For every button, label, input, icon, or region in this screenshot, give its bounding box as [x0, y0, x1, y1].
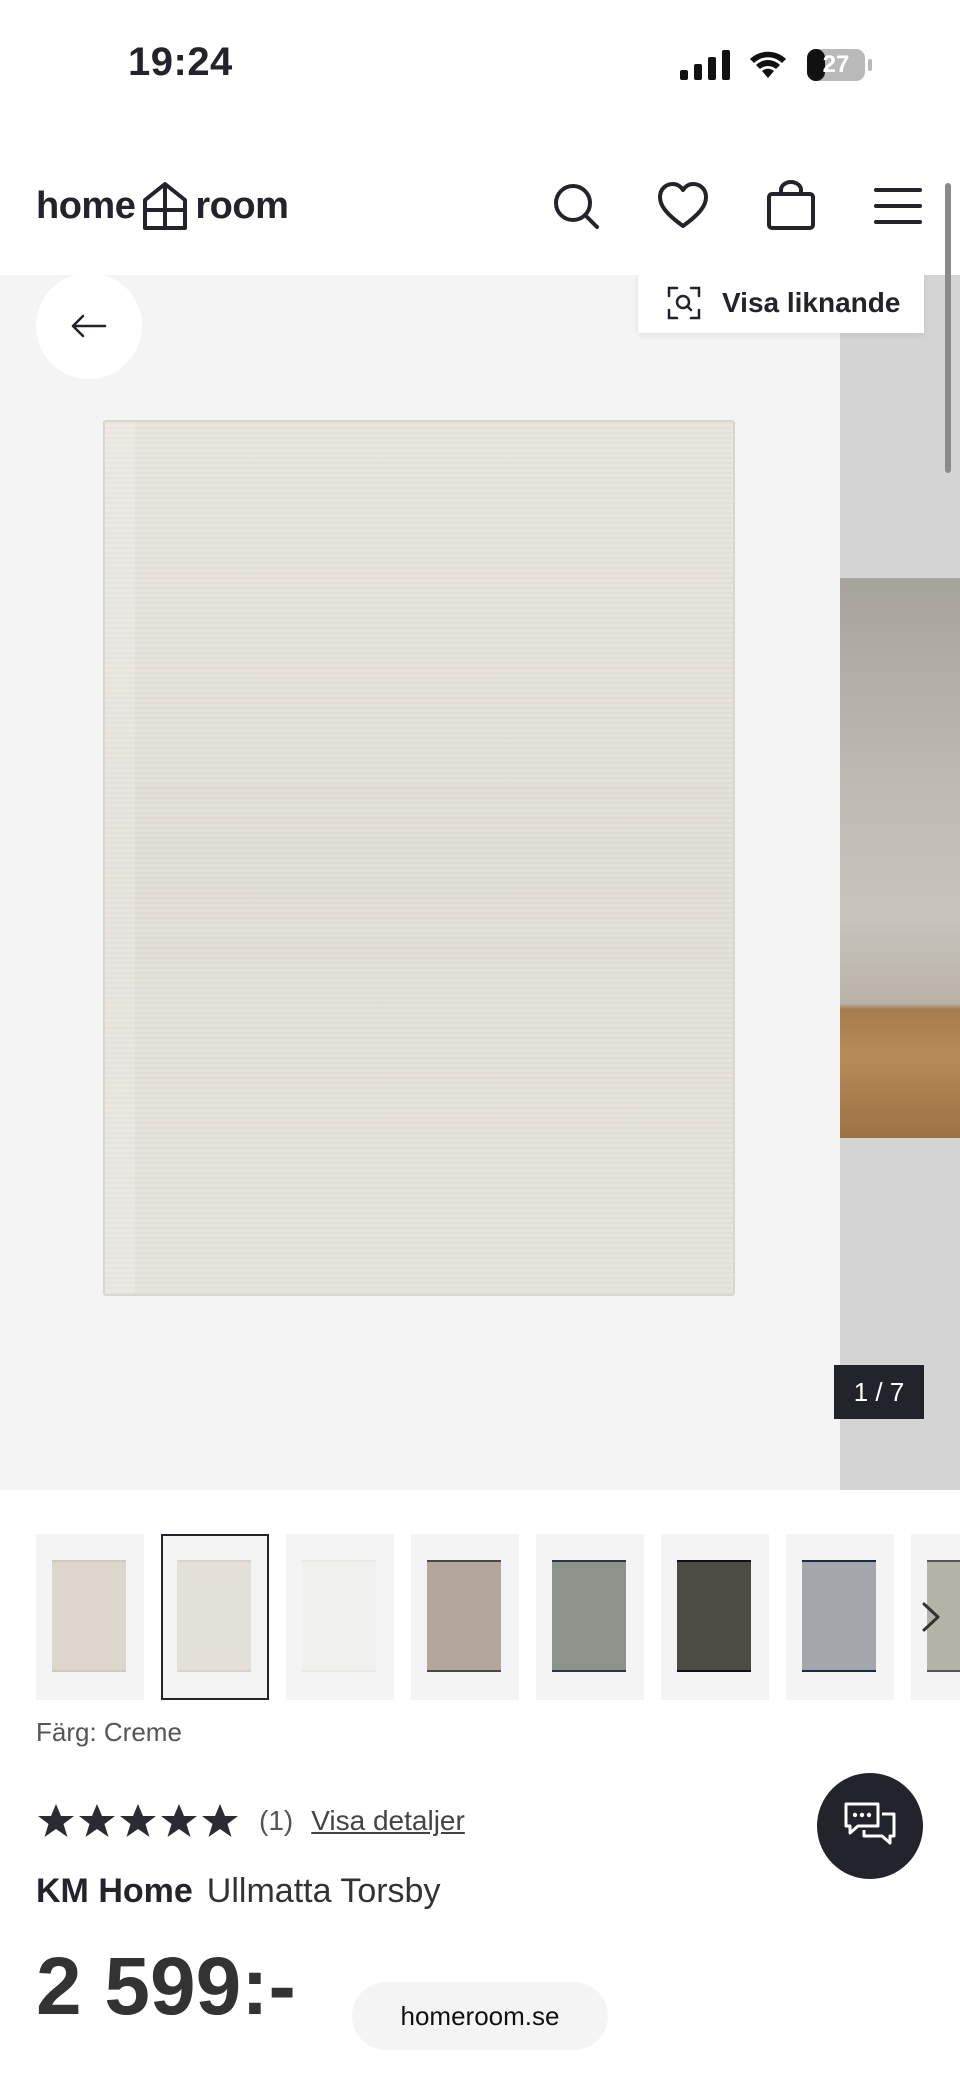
- search-icon[interactable]: [548, 178, 604, 234]
- product-brand[interactable]: KM Home: [36, 1872, 193, 1910]
- wifi-icon: [750, 51, 786, 78]
- shopping-bag-icon[interactable]: [763, 178, 819, 234]
- browser-url-bar[interactable]: homeroom.se: [352, 1982, 608, 2050]
- product-title: KM Home Ullmatta Torsby: [36, 1872, 440, 1911]
- arrow-left-icon: [71, 314, 107, 338]
- thumbnail-rug-image: [552, 1560, 626, 1672]
- thumbnail-3[interactable]: [286, 1534, 394, 1700]
- chat-bubbles-icon: [844, 1802, 896, 1845]
- logo-text-room: room: [195, 184, 289, 227]
- thumbnail-6[interactable]: [661, 1534, 769, 1700]
- product-image-rug: [103, 420, 735, 1296]
- visual-search-icon: [667, 286, 701, 320]
- thumbnail-rug-image: [52, 1560, 126, 1672]
- battery-level: 27: [822, 51, 850, 78]
- thumbnail-rug-image: [177, 1560, 251, 1672]
- star-icon: [79, 1804, 115, 1837]
- thumbnail-2[interactable]: [161, 1534, 269, 1700]
- scrollbar[interactable]: [945, 183, 951, 473]
- color-label: Färg: Creme: [36, 1717, 182, 1747]
- chevron-right-icon[interactable]: [916, 1600, 946, 1634]
- thumbnail-1[interactable]: [36, 1534, 144, 1700]
- status-time: 19:24: [128, 40, 233, 84]
- thumbnail-5[interactable]: [536, 1534, 644, 1700]
- show-details-link[interactable]: Visa detaljer: [311, 1805, 465, 1837]
- thumbnail-rug-image: [677, 1560, 751, 1672]
- house-logo-icon: [143, 182, 188, 230]
- rug-edge: [105, 422, 135, 1294]
- thumbnail-strip[interactable]: [0, 1534, 960, 1700]
- status-bar: 19:24 27: [0, 0, 960, 130]
- star-icon: [120, 1804, 156, 1837]
- star-icon: [38, 1804, 74, 1837]
- star-icon: [161, 1804, 197, 1837]
- thumbnail-4[interactable]: [411, 1534, 519, 1700]
- product-price: 2 599:-: [36, 1941, 296, 2032]
- chat-button[interactable]: [817, 1773, 923, 1879]
- site-header: home room: [0, 130, 960, 275]
- star-icon: [202, 1804, 238, 1837]
- product-name: Ullmatta Torsby: [206, 1872, 441, 1910]
- heart-icon[interactable]: [655, 178, 711, 234]
- image-counter: 1 / 7: [834, 1365, 924, 1419]
- thumbnail-rug-image: [302, 1560, 376, 1672]
- menu-icon[interactable]: [870, 178, 926, 234]
- thumbnail-rug-image: [802, 1560, 876, 1672]
- show-similar-button[interactable]: Visa liknande: [638, 275, 924, 333]
- rating-count: (1): [259, 1805, 294, 1836]
- battery-icon: 27: [806, 48, 874, 82]
- thumbnail-rug-image: [427, 1560, 501, 1672]
- thumbnail-7[interactable]: [786, 1534, 894, 1700]
- product-image-gallery[interactable]: Visa liknande 1 / 7: [0, 275, 960, 1490]
- rating-row: (1) Visa detaljer: [36, 1796, 465, 1846]
- star-rating: [36, 1801, 241, 1841]
- back-button[interactable]: [36, 275, 142, 379]
- show-similar-label: Visa liknande: [722, 287, 901, 318]
- logo-text-home: home: [36, 184, 136, 227]
- next-image-photo: [840, 578, 960, 1138]
- homeroom-logo[interactable]: home room: [36, 178, 289, 234]
- cellular-signal-icon: [680, 50, 730, 80]
